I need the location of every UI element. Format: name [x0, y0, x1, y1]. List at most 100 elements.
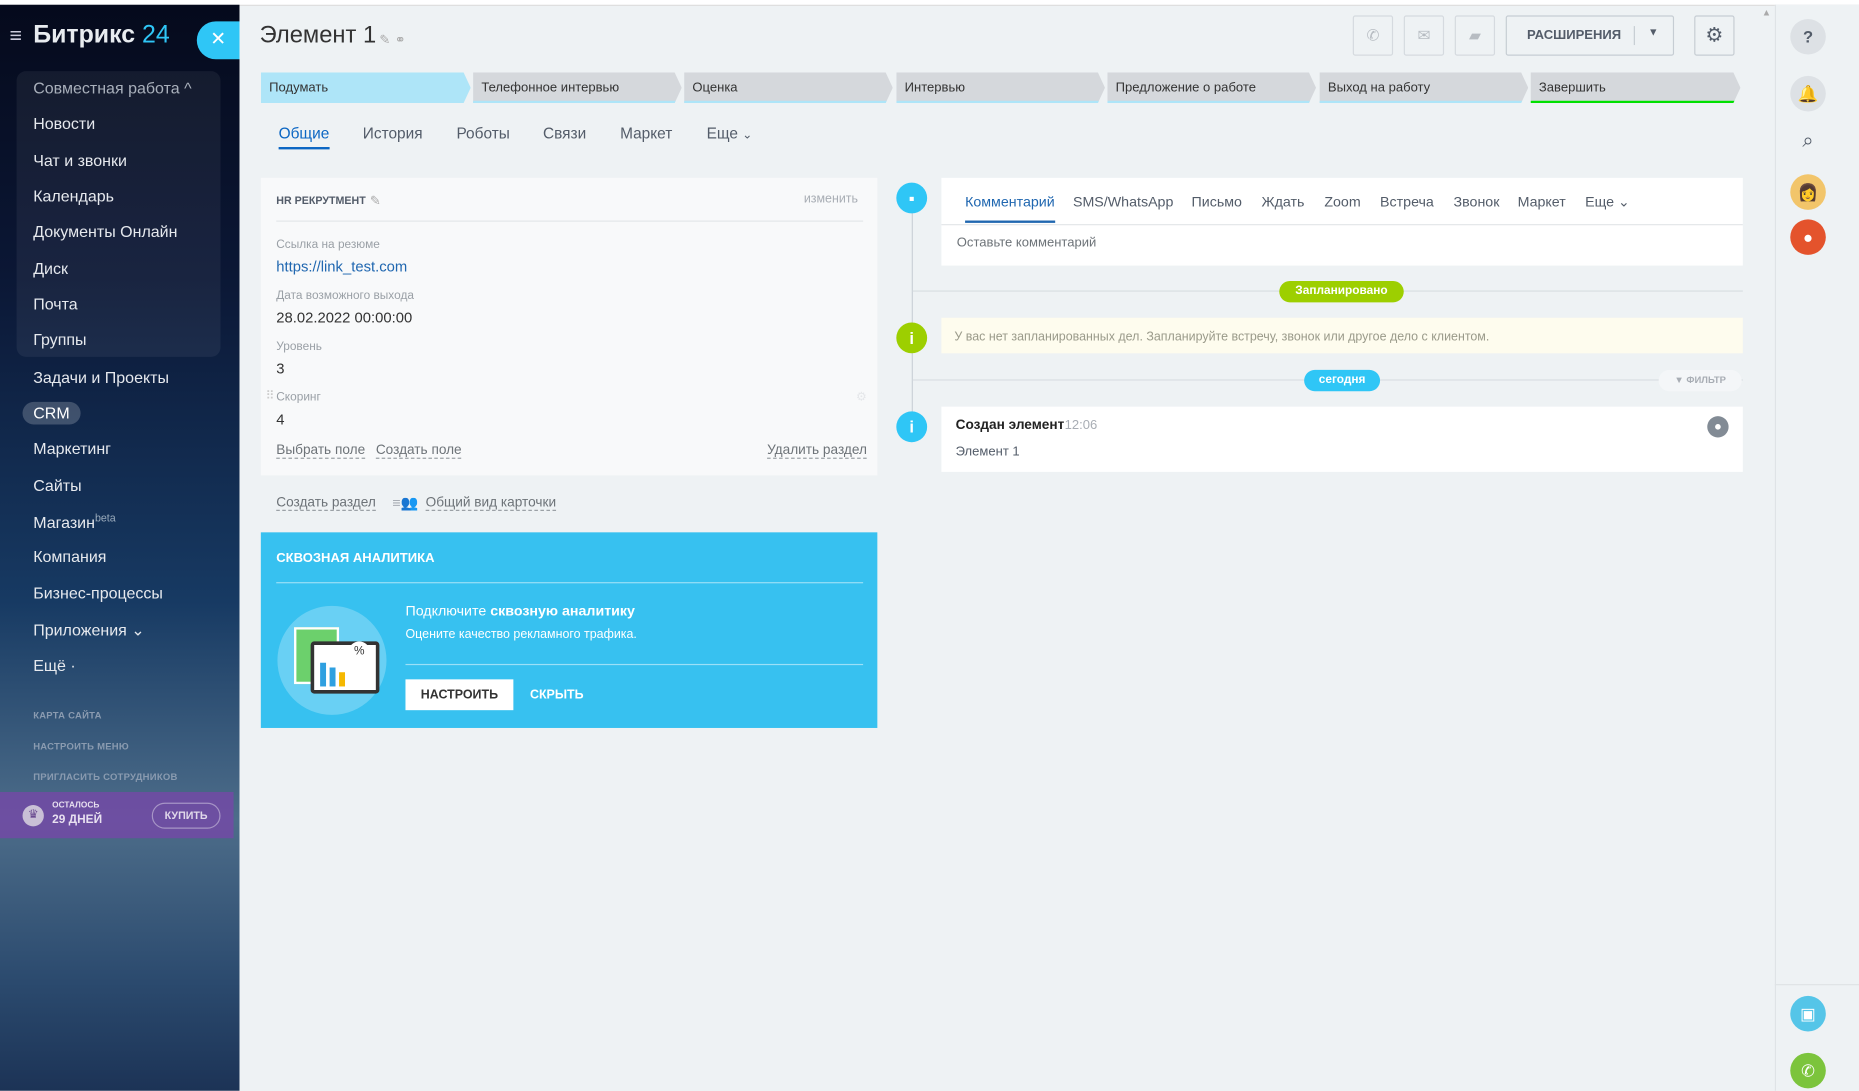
sidebar-item-groups[interactable]: Группы: [33, 331, 86, 349]
sidebar-item-mail[interactable]: Почта: [33, 295, 77, 313]
sidebar-item-chat[interactable]: Чат и звонки: [33, 152, 127, 170]
extensions-button[interactable]: РАСШИРЕНИЯ ▼: [1505, 15, 1675, 56]
user-avatar-icon[interactable]: ●: [1790, 219, 1826, 255]
select-field-link[interactable]: Выбрать поле: [276, 443, 366, 459]
search-icon[interactable]: ⌕: [1790, 123, 1826, 159]
pencil-icon[interactable]: ✎: [370, 193, 381, 208]
sidebar-item-docs[interactable]: Документы Онлайн: [33, 223, 177, 241]
sidebar-item-disk[interactable]: Диск: [33, 260, 68, 278]
planned-badge: Запланировано: [1279, 280, 1404, 303]
timeline-tab-more[interactable]: Еще ⌄: [1585, 193, 1630, 210]
delete-section-link[interactable]: Удалить раздел: [767, 443, 867, 459]
create-field-link[interactable]: Создать поле: [375, 443, 462, 459]
close-icon[interactable]: ✕: [196, 21, 240, 60]
tab-market[interactable]: Маркет: [620, 124, 672, 142]
pencil-icon[interactable]: ✎: [379, 32, 390, 47]
resume-link[interactable]: https://link_test.com: [276, 258, 407, 275]
sidebar-item-more[interactable]: Ещё ·: [33, 657, 76, 675]
sidebar-item-calendar[interactable]: Календарь: [33, 187, 114, 205]
create-section-link[interactable]: Создать раздел: [276, 496, 376, 511]
timeline-tab-sms[interactable]: SMS/WhatsApp: [1073, 193, 1173, 210]
sidebar-item-sites[interactable]: Сайты: [33, 477, 81, 495]
tab-general[interactable]: Общие: [278, 124, 330, 150]
sidebar-item-tasks[interactable]: Задачи и Проекты: [33, 369, 169, 387]
sidebar-item-bizproc[interactable]: Бизнес-процессы: [33, 585, 163, 603]
event-time: 12:06: [1064, 418, 1098, 433]
field-label: Ссылка на резюме: [276, 238, 380, 252]
common-view-link[interactable]: Общий вид карточки: [425, 496, 557, 511]
field-value: 28.02.2022 00:00:00: [276, 309, 413, 327]
edit-section-link[interactable]: изменить: [804, 192, 858, 206]
mail-button[interactable]: ✉: [1403, 15, 1445, 56]
timeline-tab-zoom[interactable]: Zoom: [1324, 193, 1360, 210]
stage-1[interactable]: Телефонное интервью: [473, 72, 682, 103]
event-title: Создан элемент: [955, 418, 1065, 433]
stage-3[interactable]: Интервью: [896, 72, 1105, 103]
field-value: 3: [276, 360, 285, 378]
analytics-illustration: %: [277, 605, 387, 715]
drag-handle-icon[interactable]: ⠿: [266, 390, 275, 403]
timeline-tab-meeting[interactable]: Встреча: [1380, 193, 1434, 210]
info-icon: i: [896, 322, 928, 354]
sidebar-item-shop[interactable]: Магазинbeta: [33, 512, 116, 532]
stage-5[interactable]: Выход на работу: [1320, 72, 1529, 103]
gear-icon[interactable]: ⚙: [1694, 15, 1735, 56]
link-icon[interactable]: ⚭: [395, 32, 406, 47]
no-activities-text: У вас нет запланированных дел. Запланиру…: [954, 329, 1490, 344]
trial-days: 29 ДНЕЙ: [52, 813, 103, 827]
tab-robots[interactable]: Роботы: [456, 124, 509, 142]
sidebar-item-company[interactable]: Компания: [33, 548, 106, 566]
info-icon: i: [896, 411, 928, 443]
logo-number: 24: [142, 21, 170, 49]
stage-2[interactable]: Оценка: [684, 72, 893, 103]
tab-more[interactable]: Еще ⌄: [707, 124, 753, 142]
sidebar-item-crm[interactable]: CRM: [22, 401, 81, 425]
timeline-tab-market[interactable]: Маркет: [1518, 193, 1566, 210]
analytics-subtext: Оцените качество рекламного трафика.: [405, 627, 637, 642]
bell-icon[interactable]: 🔔: [1790, 75, 1826, 112]
setup-button[interactable]: НАСТРОИТЬ: [405, 679, 514, 711]
analytics-banner: СКВОЗНАЯ АНАЛИТИКА % Подключите сквозную…: [260, 532, 878, 728]
chevron-down-icon: ⌄: [742, 129, 753, 143]
sitemap-link[interactable]: КАРТА САЙТА: [33, 710, 101, 721]
invite-link[interactable]: ПРИГЛАСИТЬ СОТРУДНИКОВ: [33, 772, 177, 783]
analytics-title: СКВОЗНАЯ АНАЛИТИКА: [276, 551, 435, 566]
hide-button[interactable]: СКРЫТЬ: [530, 688, 584, 702]
comment-input[interactable]: Оставьте комментарий: [957, 236, 1097, 250]
help-icon[interactable]: ?: [1790, 18, 1826, 55]
tab-more-label: Еще: [706, 124, 738, 143]
configure-menu-link[interactable]: НАСТРОИТЬ МЕНЮ: [33, 741, 129, 752]
tab-links[interactable]: Связи: [543, 124, 586, 142]
phone-button[interactable]: ✆: [1352, 15, 1394, 56]
avatar[interactable]: 👩: [1790, 174, 1826, 210]
buy-button[interactable]: КУПИТЬ: [151, 802, 221, 829]
sidebar-group: [16, 71, 221, 357]
trial-left: ОСТАЛОСЬ: [52, 801, 100, 810]
timeline-tab-wait[interactable]: Ждать: [1261, 193, 1304, 210]
menu-icon[interactable]: ≡: [9, 24, 21, 49]
stage-finish[interactable]: Завершить: [1531, 72, 1741, 103]
sidebar-item-news[interactable]: Новости: [33, 115, 95, 133]
user-avatar-icon[interactable]: ●: [1707, 416, 1729, 438]
chevron-down-icon[interactable]: ▼: [1648, 26, 1659, 38]
sidebar-group-title[interactable]: Совместная работа ^: [33, 79, 191, 97]
scroll-up-icon[interactable]: ▲: [1762, 7, 1771, 18]
open-lines-icon[interactable]: ▣: [1790, 995, 1826, 1032]
timeline-editor: [941, 177, 1743, 266]
timeline-tab-mail[interactable]: Письмо: [1192, 193, 1242, 210]
stage-4[interactable]: Предложение о работе: [1107, 72, 1316, 103]
sidebar-item-apps[interactable]: Приложения ⌄: [33, 621, 145, 640]
tab-history[interactable]: История: [363, 124, 423, 142]
event-body: Элемент 1: [955, 444, 1020, 459]
phone-icon[interactable]: ✆: [1790, 1052, 1826, 1089]
logo-text: Битрикс: [33, 21, 136, 49]
field-value: 4: [276, 411, 285, 429]
logo[interactable]: Битрикс 24: [33, 21, 170, 49]
sidebar-item-marketing[interactable]: Маркетинг: [33, 440, 111, 458]
gear-icon[interactable]: ⚙: [856, 391, 867, 404]
timeline-tab-comment[interactable]: Комментарий: [965, 193, 1055, 223]
timeline-tab-call[interactable]: Звонок: [1454, 193, 1500, 210]
stage-0[interactable]: Подумать: [261, 72, 471, 103]
filter-button[interactable]: ▼ ФИЛЬТР: [1658, 369, 1742, 392]
chat-button[interactable]: ▰: [1454, 15, 1496, 56]
